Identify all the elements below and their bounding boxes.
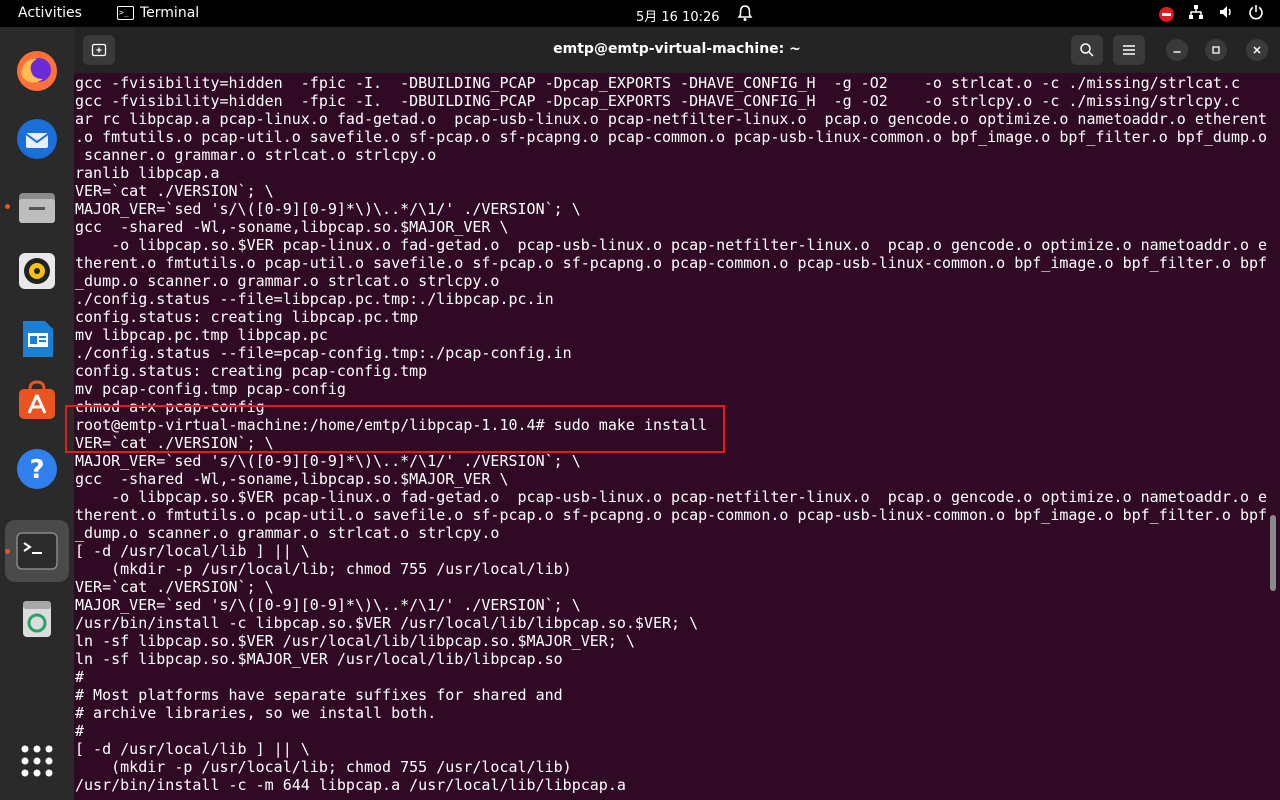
terminal-running-indicator [5, 549, 10, 554]
power-icon[interactable] [1248, 4, 1264, 24]
terminal-window: emtp@emtp-virtual-machine: ~ gcc -fvisib… [74, 27, 1280, 800]
terminal-line: VER=`cat ./VERSION`; \ [75, 434, 274, 452]
terminal-line: [ -d /usr/local/lib ] || \ [75, 740, 310, 758]
menu-icon [1123, 45, 1135, 55]
window-headerbar[interactable]: emtp@emtp-virtual-machine: ~ [74, 27, 1280, 73]
clock[interactable]: 5月 16 10:26 [636, 6, 720, 25]
terminal-line: # archive libraries, so we install both. [75, 704, 437, 722]
terminal-line: # [75, 668, 85, 686]
activities-button[interactable]: Activities [18, 5, 82, 21]
terminal-line: root@emtp-virtual-machine:/home/emtp/lib… [75, 416, 708, 434]
terminal-scrollbar[interactable] [1270, 515, 1276, 591]
terminal-line: /usr/bin/install -c -m 644 libpcap.a /us… [75, 776, 626, 794]
terminal-line: ./config.status --file=libpcap.pc.tmp:./… [75, 290, 554, 308]
network-icon[interactable] [1188, 4, 1204, 24]
files-icon[interactable] [13, 183, 61, 231]
help-icon[interactable]: ? [13, 445, 61, 493]
app-center-icon[interactable] [13, 377, 61, 425]
files-running-indicator [5, 204, 10, 209]
system-tray[interactable] [1159, 4, 1264, 24]
terminal-line: therent.o fmtutils.o pcap-util.o savefil… [75, 506, 1267, 524]
terminal-line: _dump.o scanner.o grammar.o strlcat.o st… [75, 272, 500, 290]
thunderbird-icon[interactable] [13, 115, 61, 163]
notification-bell-icon[interactable] [737, 4, 753, 26]
terminal-line: gcc -fvisibility=hidden -fpic -I. -DBUIL… [75, 74, 1240, 92]
terminal-line: ./config.status --file=pcap-config.tmp:.… [75, 344, 572, 362]
maximize-icon [1212, 46, 1220, 54]
trash-icon[interactable] [13, 595, 61, 643]
terminal-line: config.status: creating libpcap.pc.tmp [75, 308, 419, 326]
terminal-line: [ -d /usr/local/lib ] || \ [75, 542, 310, 560]
terminal-app-icon: >_ [117, 6, 134, 20]
terminal-line: -o libpcap.so.$VER pcap-linux.o fad-geta… [75, 236, 1267, 254]
terminal-icon[interactable] [5, 520, 69, 582]
top-bar: Activities >_ Terminal 5月 16 10:26 [0, 0, 1280, 27]
terminal-line: ar rc libpcap.a pcap-linux.o fad-getad.o… [75, 110, 1267, 128]
terminal-line: # Most platforms have separate suffixes … [75, 686, 563, 704]
terminal-line: VER=`cat ./VERSION`; \ [75, 578, 274, 596]
terminal-line: MAJOR_VER=`sed 's/\([0-9][0-9]*\)\..*/\1… [75, 452, 581, 470]
svg-text:?: ? [29, 455, 44, 485]
terminal-line: chmod a+x pcap-config [75, 398, 265, 416]
terminal-line: /usr/bin/install -c libpcap.so.$VER /usr… [75, 614, 699, 632]
firefox-icon[interactable] [13, 47, 61, 95]
terminal-line: mv pcap-config.tmp pcap-config [75, 380, 346, 398]
terminal-line: MAJOR_VER=`sed 's/\([0-9][0-9]*\)\..*/\1… [75, 200, 581, 218]
close-icon [1253, 46, 1261, 54]
terminal-line: ln -sf libpcap.so.$MAJOR_VER /usr/local/… [75, 650, 563, 668]
dock: ? [0, 27, 74, 800]
terminal-output[interactable]: gcc -fvisibility=hidden -fpic -I. -DBUIL… [75, 74, 1267, 800]
terminal-line: mv libpcap.pc.tmp libpcap.pc [75, 326, 328, 344]
do-not-disturb-icon[interactable] [1159, 6, 1174, 22]
minimize-button[interactable] [1166, 39, 1188, 61]
hamburger-menu-button[interactable] [1113, 35, 1145, 65]
terminal-line: _dump.o scanner.o grammar.o strlcat.o st… [75, 524, 500, 542]
terminal-line: ln -sf libpcap.so.$VER /usr/local/lib/li… [75, 632, 635, 650]
volume-icon[interactable] [1218, 4, 1234, 24]
terminal-line: -o libpcap.so.$VER pcap-linux.o fad-geta… [75, 488, 1267, 506]
libreoffice-writer-icon[interactable] [13, 315, 61, 363]
app-menu-label: Terminal [140, 5, 200, 21]
terminal-line: .o fmtutils.o pcap-util.o savefile.o sf-… [75, 128, 1267, 146]
search-icon [1080, 43, 1094, 57]
rhythmbox-icon[interactable] [13, 247, 61, 295]
close-button[interactable] [1246, 39, 1268, 61]
show-apps-icon[interactable] [13, 737, 61, 785]
terminal-line: (mkdir -p /usr/local/lib; chmod 755 /usr… [75, 560, 572, 578]
terminal-line: MAJOR_VER=`sed 's/\([0-9][0-9]*\)\..*/\1… [75, 596, 581, 614]
terminal-line: gcc -fvisibility=hidden -fpic -I. -DBUIL… [75, 92, 1240, 110]
terminal-line: VER=`cat ./VERSION`; \ [75, 182, 274, 200]
terminal-line: gcc -shared -Wl,-soname,libpcap.so.$MAJO… [75, 218, 509, 236]
terminal-line: scanner.o grammar.o strlcat.o strlcpy.o [75, 146, 437, 164]
terminal-line: # [75, 722, 85, 740]
app-menu[interactable]: >_ Terminal [117, 5, 199, 21]
minimize-icon [1173, 51, 1181, 53]
terminal-line: therent.o fmtutils.o pcap-util.o savefil… [75, 254, 1267, 272]
terminal-line: gcc -shared -Wl,-soname,libpcap.so.$MAJO… [75, 470, 509, 488]
maximize-button[interactable] [1205, 39, 1227, 61]
terminal-line: ranlib libpcap.a [75, 164, 220, 182]
search-button[interactable] [1071, 35, 1103, 65]
terminal-line: config.status: creating pcap-config.tmp [75, 362, 428, 380]
terminal-line: (mkdir -p /usr/local/lib; chmod 755 /usr… [75, 758, 572, 776]
